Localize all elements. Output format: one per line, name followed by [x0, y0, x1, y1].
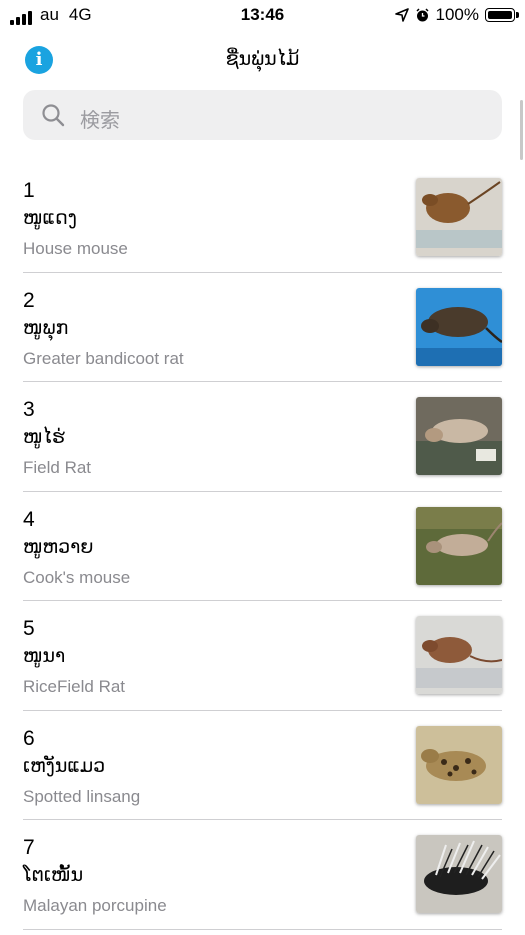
item-lao-name: ໜູພຸກ [23, 317, 69, 339]
item-number: 6 [23, 726, 35, 750]
item-english-name: Field Rat [23, 458, 92, 477]
animal-thumbnail [416, 725, 502, 804]
list-item[interactable]: 3 ໜູໄຮ່ Field Rat [0, 382, 525, 492]
item-number: 2 [23, 288, 35, 312]
list-item[interactable]: 1 ໜູແດງ House mouse [0, 163, 525, 273]
item-lao-name: ໜູນາ [23, 646, 66, 667]
item-number: 4 [23, 507, 35, 531]
list-item[interactable]: 5 ໜູນາ RiceField Rat [0, 601, 525, 711]
status-bar: au 4G 13:46 100% [0, 0, 525, 30]
item-english-name: Greater bandicoot rat [23, 348, 184, 368]
battery-icon [485, 8, 519, 22]
alarm-icon [415, 7, 429, 21]
item-number: 1 [23, 179, 35, 202]
item-english-name: Malayan porcupine [23, 896, 167, 915]
item-english-name: Cook's mouse [23, 567, 131, 587]
battery-percent: 100% [435, 5, 479, 24]
item-english-name: House mouse [23, 239, 128, 258]
animal-thumbnail [416, 506, 502, 585]
search-icon [42, 104, 65, 127]
animal-thumbnail [416, 397, 502, 475]
item-english-name: RiceField Rat [23, 677, 126, 696]
item-lao-name: ເຫງັນແມວ [23, 755, 106, 777]
item-lao-name: ໜູໄຮ່ [23, 427, 65, 448]
item-english-name: Spotted linsang [23, 786, 141, 806]
animal-thumbnail [416, 616, 502, 694]
list-item[interactable]: 6 ເຫງັນແມວ Spotted linsang [0, 711, 525, 820]
animal-thumbnail [416, 287, 502, 366]
scroll-indicator [520, 100, 523, 160]
item-lao-name: ໂຕເໜັ້ນ [23, 865, 84, 886]
item-number: 7 [23, 836, 35, 859]
list-item[interactable]: 2 ໜູພຸກ Greater bandicoot rat [0, 273, 525, 382]
animal-list: 1 ໜູແດງ House mouse 2 ໜູພຸກ Greater band… [0, 163, 525, 930]
list-item[interactable]: 7 ໂຕເໜັ້ນ Malayan porcupine [0, 820, 525, 930]
item-lao-name: ໜູຫວາຍ [23, 536, 94, 558]
navigation-bar: i ຊື່ນພຸ່ນໄມ້ [0, 40, 525, 80]
item-lao-name: ໜູແດງ [23, 208, 77, 229]
search-bar[interactable]: 検索 [23, 90, 502, 140]
search-placeholder: 検索 [80, 110, 120, 132]
animal-thumbnail [416, 835, 502, 913]
item-number: 3 [23, 398, 35, 421]
location-arrow-icon [394, 8, 409, 22]
animal-thumbnail [416, 178, 502, 256]
item-number: 5 [23, 617, 35, 640]
list-item[interactable]: 4 ໜູຫວາຍ Cook's mouse [0, 492, 525, 601]
page-title: ຊື່ນພຸ່ນໄມ້ [225, 49, 300, 70]
